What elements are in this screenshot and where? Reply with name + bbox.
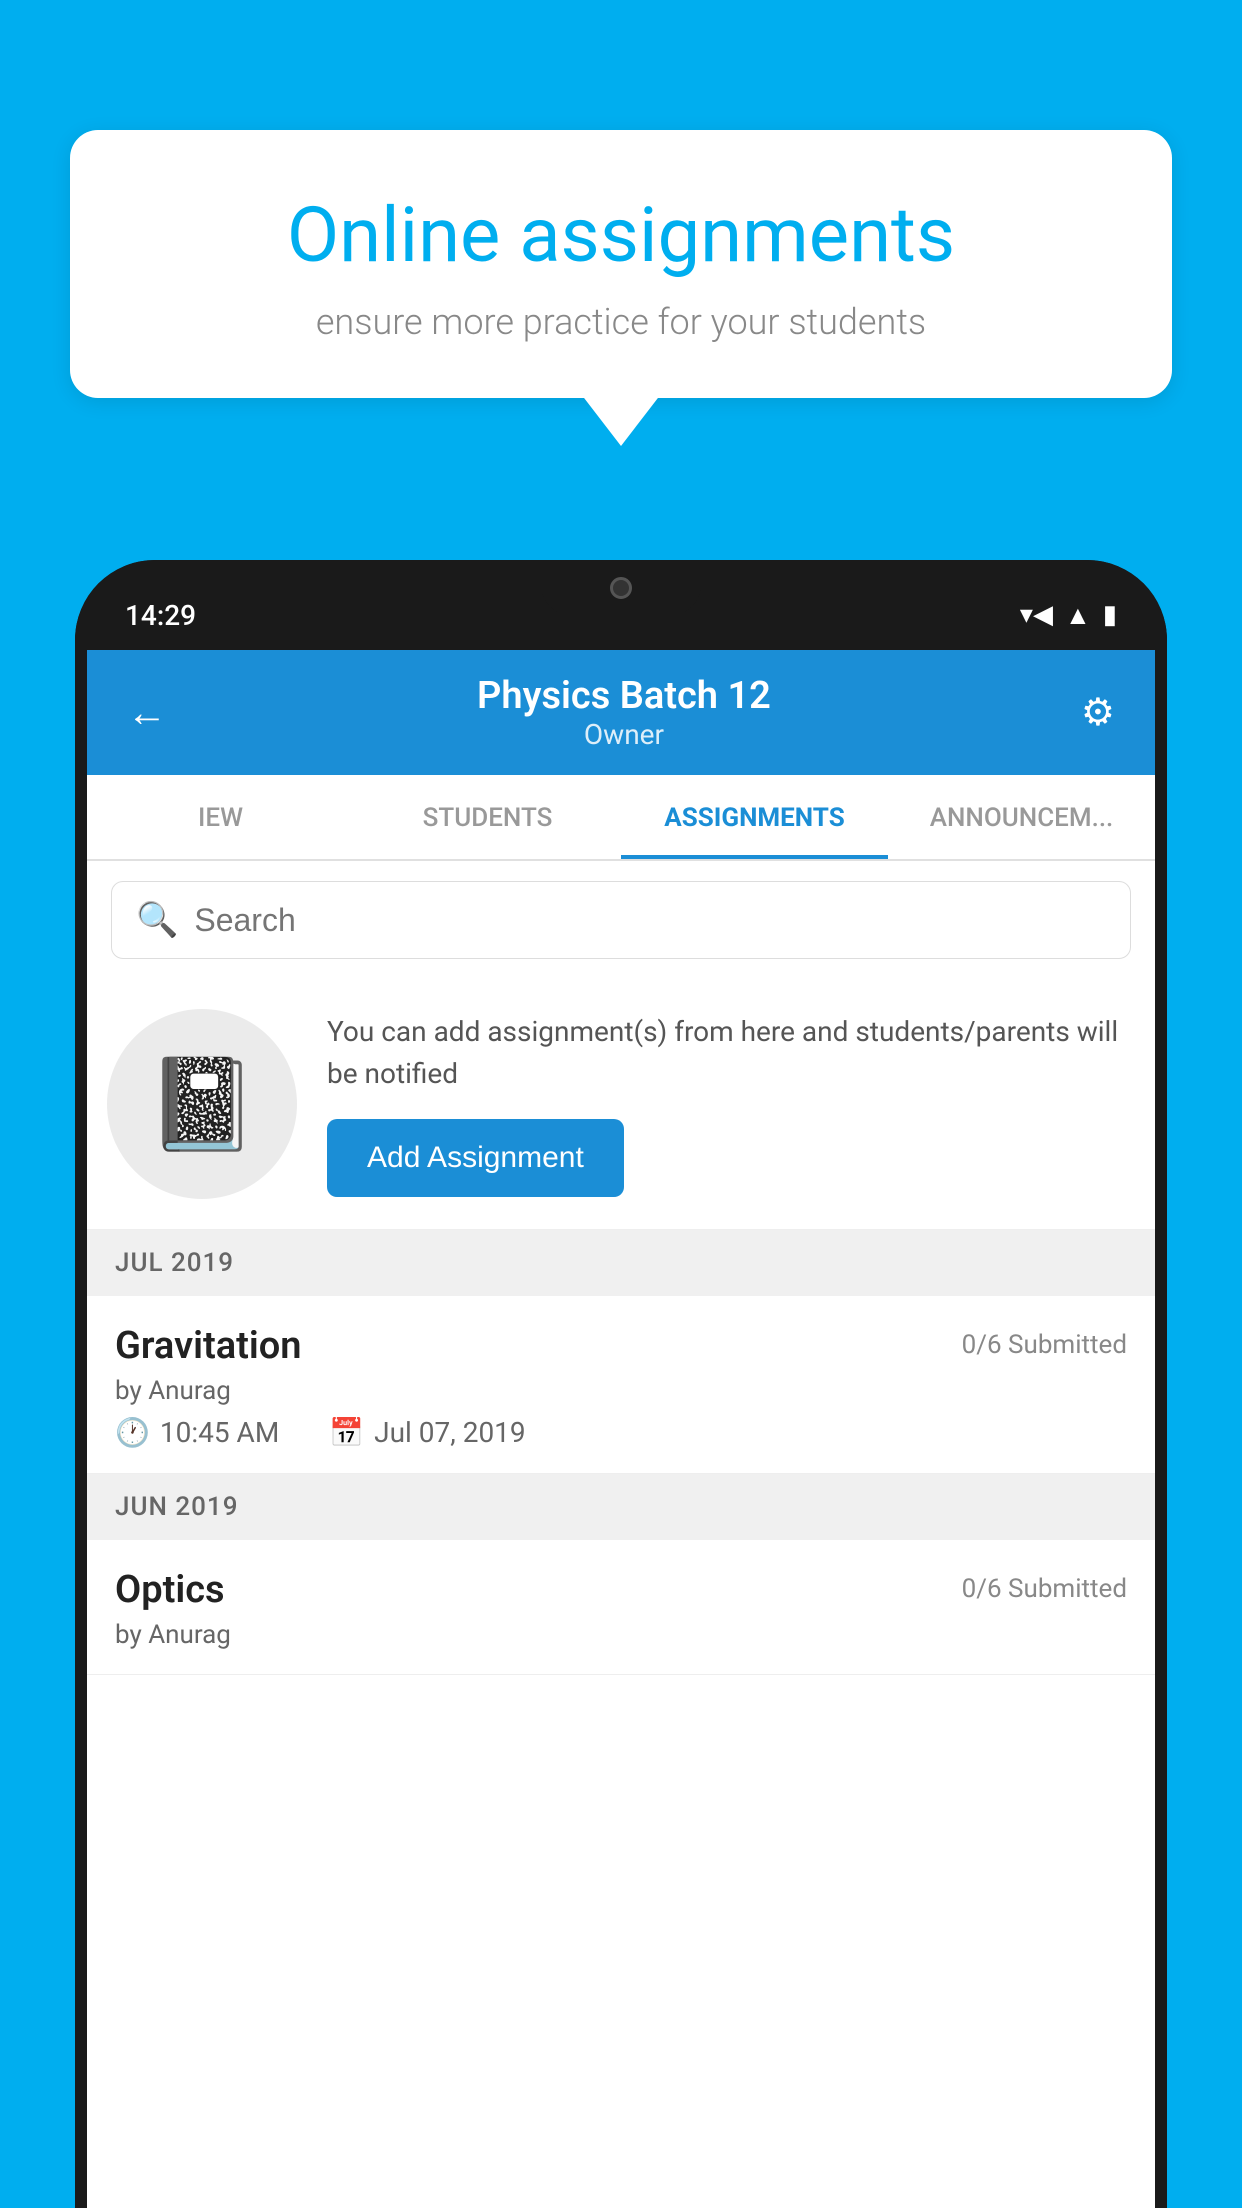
header-title: Physics Batch 12	[477, 674, 771, 718]
promo-section: 📓 You can add assignment(s) from here an…	[87, 979, 1155, 1230]
calendar-icon: 📅	[329, 1416, 364, 1449]
wifi-icon: ▾◀	[1020, 600, 1053, 630]
tab-students[interactable]: STUDENTS	[354, 775, 621, 859]
assignment-item-optics[interactable]: Optics 0/6 Submitted by Anurag	[87, 1540, 1155, 1675]
bubble-title: Online assignments	[140, 190, 1102, 281]
promo-icon-circle: 📓	[107, 1009, 297, 1199]
battery-icon: ▮	[1103, 600, 1117, 630]
bubble-subtitle: ensure more practice for your students	[140, 301, 1102, 343]
promo-content: You can add assignment(s) from here and …	[327, 1011, 1125, 1197]
section-header-jun: JUN 2019	[87, 1474, 1155, 1540]
signal-icon: ▲	[1065, 600, 1091, 631]
assignment-name-optics: Optics	[115, 1568, 225, 1612]
clock-icon: 🕐	[115, 1416, 150, 1449]
assignment-time: 10:45 AM	[160, 1416, 279, 1449]
tab-assignments[interactable]: ASSIGNMENTS	[621, 775, 888, 859]
app-header: ← Physics Batch 12 Owner ⚙	[87, 650, 1155, 775]
assignment-date: Jul 07, 2019	[374, 1416, 526, 1449]
tab-announcements[interactable]: ANNOUNCEM...	[888, 775, 1155, 859]
assignment-row1: Gravitation 0/6 Submitted	[115, 1324, 1127, 1368]
section-header-jul: JUL 2019	[87, 1230, 1155, 1296]
header-subtitle: Owner	[477, 718, 771, 751]
assignment-submitted-optics: 0/6 Submitted	[962, 1574, 1127, 1604]
status-time: 14:29	[125, 599, 196, 632]
status-bar: 14:29 ▾◀ ▲ ▮	[75, 560, 1167, 650]
assignment-item-gravitation[interactable]: Gravitation 0/6 Submitted by Anurag 🕐 10…	[87, 1296, 1155, 1474]
notch	[541, 560, 701, 615]
notebook-icon: 📓	[146, 1052, 258, 1157]
assignment-submitted: 0/6 Submitted	[962, 1330, 1127, 1360]
assignment-author-optics: by Anurag	[115, 1620, 1127, 1650]
settings-button[interactable]: ⚙	[1081, 690, 1115, 735]
speech-bubble-container: Online assignments ensure more practice …	[70, 130, 1172, 398]
speech-bubble: Online assignments ensure more practice …	[70, 130, 1172, 398]
search-input[interactable]	[194, 902, 1106, 939]
camera-dot	[610, 577, 632, 599]
search-icon: 🔍	[136, 900, 178, 940]
assignment-time-date: 🕐 10:45 AM 📅 Jul 07, 2019	[115, 1416, 1127, 1449]
status-icons: ▾◀ ▲ ▮	[1020, 600, 1117, 631]
assignment-row1-optics: Optics 0/6 Submitted	[115, 1568, 1127, 1612]
assignment-name: Gravitation	[115, 1324, 302, 1368]
back-button[interactable]: ←	[127, 689, 167, 736]
assignment-author: by Anurag	[115, 1376, 1127, 1406]
phone-frame: 14:29 ▾◀ ▲ ▮ ← Physics Batch 12 Owner ⚙ …	[75, 560, 1167, 2208]
header-center: Physics Batch 12 Owner	[477, 674, 771, 751]
promo-text: You can add assignment(s) from here and …	[327, 1011, 1125, 1095]
tabs-bar: IEW STUDENTS ASSIGNMENTS ANNOUNCEM...	[87, 775, 1155, 861]
search-container: 🔍	[87, 861, 1155, 979]
add-assignment-button[interactable]: Add Assignment	[327, 1119, 624, 1197]
tab-iew[interactable]: IEW	[87, 775, 354, 859]
search-input-wrapper[interactable]: 🔍	[111, 881, 1131, 959]
app-screen: ← Physics Batch 12 Owner ⚙ IEW STUDENTS …	[87, 650, 1155, 2208]
